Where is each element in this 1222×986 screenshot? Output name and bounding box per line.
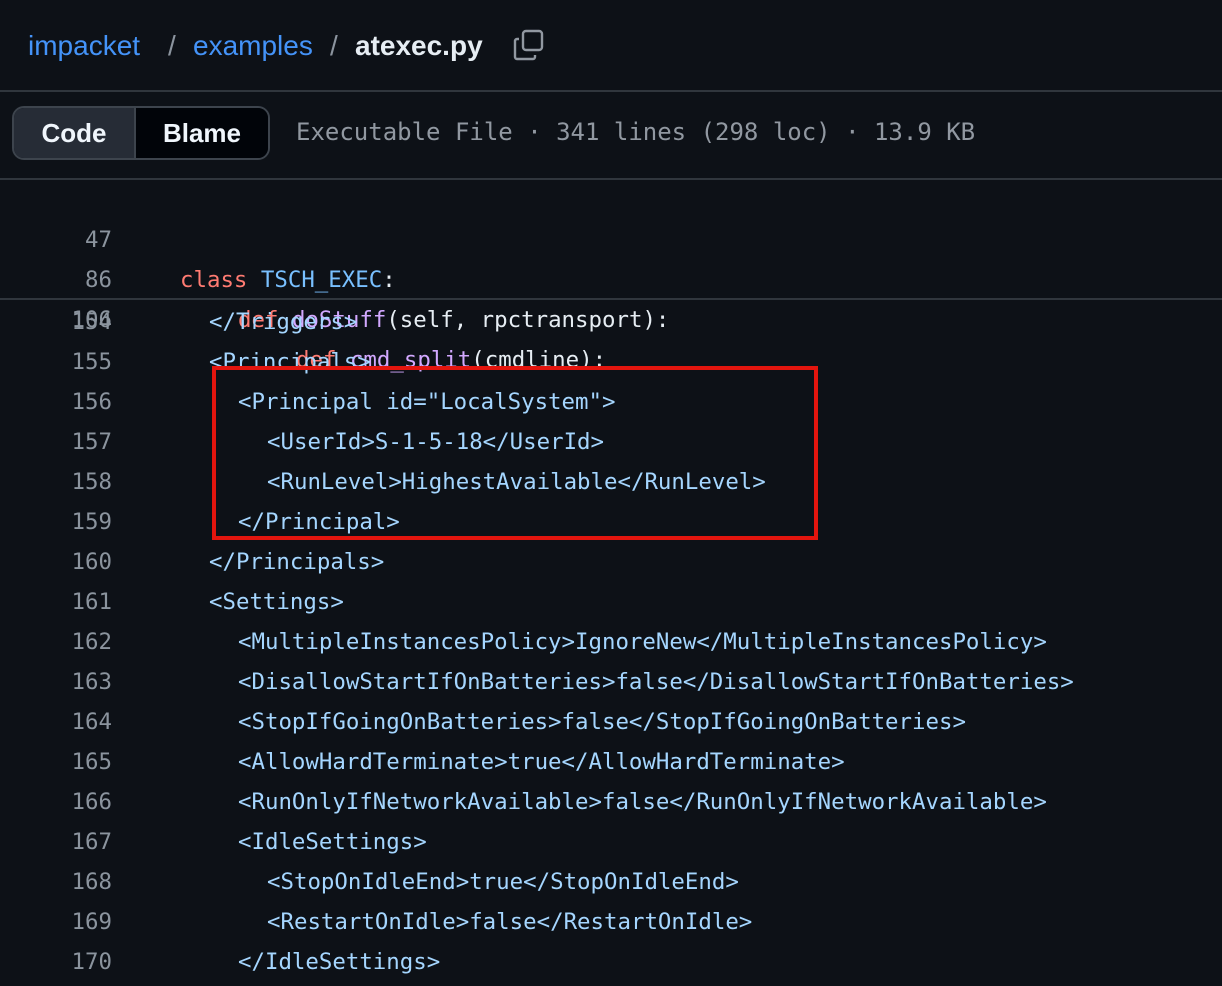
code-line: 155 <Principals>	[0, 342, 1222, 382]
code-line: 156 <Principal id="LocalSystem">	[0, 382, 1222, 422]
code-line: 158 <RunLevel>HighestAvailable</RunLevel>	[0, 462, 1222, 502]
line-number[interactable]: 166	[32, 782, 112, 822]
code-line: 165 <AllowHardTerminate>true</AllowHardTe…	[0, 742, 1222, 782]
line-number[interactable]: 165	[32, 742, 112, 782]
breadcrumb-folder-link[interactable]: examples	[193, 28, 313, 64]
line-number[interactable]: 168	[32, 862, 112, 902]
code-line: 154 </Triggers>	[0, 302, 1222, 342]
line-number[interactable]: 155	[32, 342, 112, 382]
code-line: 170 </IdleSettings>	[0, 942, 1222, 982]
sticky-line[interactable]: 47 class TSCH_EXEC:	[0, 180, 1222, 293]
code-text: <StopOnIdleEnd>true</StopOnIdleEnd>	[267, 869, 739, 895]
line-number[interactable]: 156	[32, 382, 112, 422]
breadcrumb-current-file: atexec.py	[355, 30, 483, 61]
code-line: 168 <StopOnIdleEnd>true</StopOnIdleEnd>	[0, 862, 1222, 902]
code-text: <RestartOnIdle>false</RestartOnIdle>	[267, 909, 753, 935]
code-text: </Principal>	[238, 509, 400, 535]
code-text: <Principal id="LocalSystem">	[238, 389, 616, 415]
code-text: <UserId>S-1-5-18</UserId>	[267, 429, 605, 455]
code-tab[interactable]: Code	[14, 108, 136, 158]
code-text: <IdleSettings>	[238, 829, 427, 855]
breadcrumb-repo-link[interactable]: impacket	[28, 28, 140, 64]
line-number[interactable]: 170	[32, 942, 112, 982]
code-line: 162 <MultipleInstancesPolicy>IgnoreNew</M…	[0, 622, 1222, 662]
code-text: <Principals>	[209, 349, 371, 375]
line-number[interactable]: 163	[32, 662, 112, 702]
code-line: 167 <IdleSettings>	[0, 822, 1222, 862]
code-text: <StopIfGoingOnBatteries>false</StopIfGoi…	[238, 709, 966, 735]
breadcrumb-separator: /	[330, 30, 338, 61]
line-number[interactable]: 160	[32, 542, 112, 582]
code-line: 169 <RestartOnIdle>false</RestartOnIdle>	[0, 902, 1222, 942]
code-text: </Triggers>	[209, 309, 358, 335]
code-text: <RunLevel>HighestAvailable</RunLevel>	[267, 469, 766, 495]
sticky-line[interactable]: 106 def cmd_split(cmdline):	[0, 260, 1222, 373]
code-text: </IdleSettings>	[238, 949, 441, 975]
copy-path-icon[interactable]	[512, 28, 546, 62]
breadcrumb-separator: /	[168, 30, 176, 61]
code-line: 164 <StopIfGoingOnBatteries>false</StopIf…	[0, 702, 1222, 742]
code-line: 157 <UserId>S-1-5-18</UserId>	[0, 422, 1222, 462]
line-number[interactable]: 159	[32, 502, 112, 542]
line-number[interactable]: 169	[32, 902, 112, 942]
code-line: 166 <RunOnlyIfNetworkAvailable>false</Run…	[0, 782, 1222, 822]
code-text: <DisallowStartIfOnBatteries>false</Disal…	[238, 669, 1074, 695]
line-number[interactable]: 157	[32, 422, 112, 462]
line-number[interactable]: 158	[32, 462, 112, 502]
code-text: <AllowHardTerminate>true</AllowHardTermi…	[238, 749, 845, 775]
file-toolbar: Code Blame Executable File · 341 lines (…	[0, 92, 1222, 178]
breadcrumb: impacket / examples / atexec.py	[0, 0, 1222, 92]
line-number[interactable]: 167	[32, 822, 112, 862]
sticky-scope-header: 47 class TSCH_EXEC: 86 def doStuff(self,…	[0, 180, 1222, 373]
code-view: 47 class TSCH_EXEC: 86 def doStuff(self,…	[0, 178, 1222, 986]
code-text: <MultipleInstancesPolicy>IgnoreNew</Mult…	[238, 629, 1047, 655]
line-number[interactable]: 164	[32, 702, 112, 742]
code-line: 160 </Principals>	[0, 542, 1222, 582]
line-number[interactable]: 161	[32, 582, 112, 622]
code-line: 159 </Principal>	[0, 502, 1222, 542]
blame-tab[interactable]: Blame	[136, 108, 268, 158]
line-number[interactable]: 162	[32, 622, 112, 662]
code-text: <RunOnlyIfNetworkAvailable>false</RunOnl…	[238, 789, 1047, 815]
code-text: </Principals>	[209, 549, 385, 575]
sticky-line[interactable]: 86 def doStuff(self, rpctransport):	[0, 220, 1222, 333]
code-line: 161 <Settings>	[0, 582, 1222, 622]
code-text: <Settings>	[209, 589, 344, 615]
view-toggle: Code Blame	[12, 106, 270, 160]
code-line: 163 <DisallowStartIfOnBatteries>false</Di…	[0, 662, 1222, 702]
file-info: Executable File · 341 lines (298 loc) · …	[296, 118, 976, 146]
line-number[interactable]: 154	[32, 302, 112, 342]
